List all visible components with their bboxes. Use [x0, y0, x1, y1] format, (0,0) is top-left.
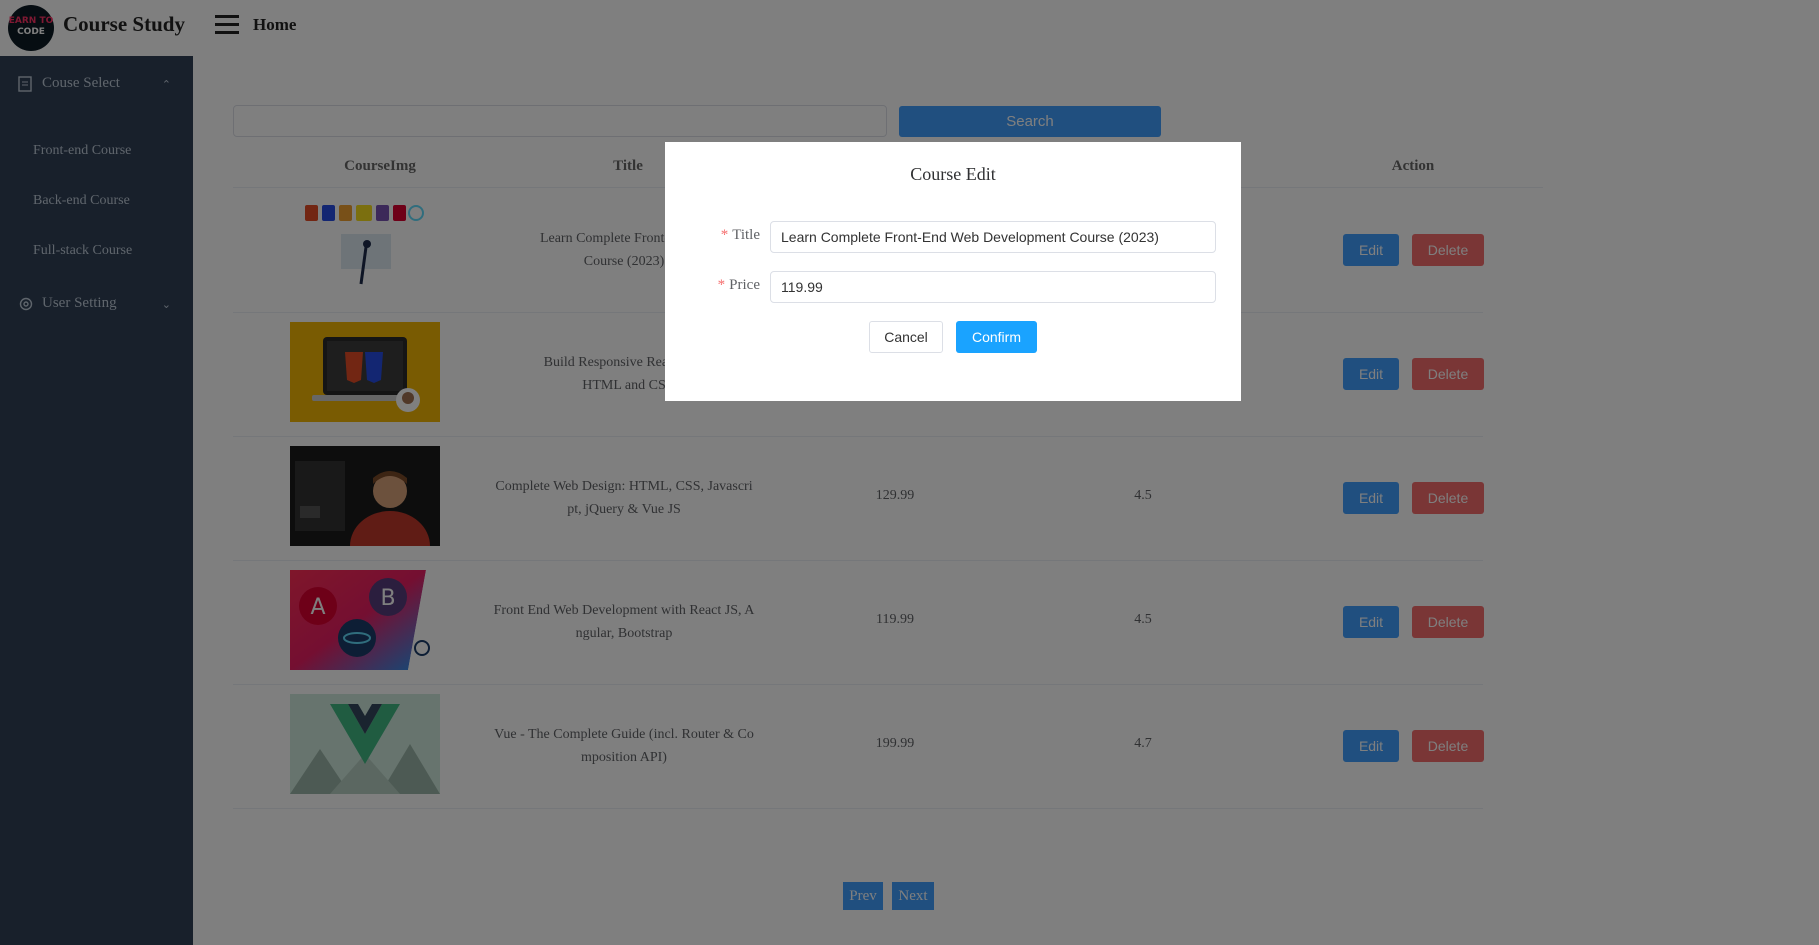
course-edit-dialog: Course Edit * Title Learn Complete Front-…	[665, 142, 1241, 401]
price-field-label: * Price	[665, 277, 760, 294]
price-label-text: Price	[729, 277, 760, 293]
title-input[interactable]: Learn Complete Front-End Web Development…	[770, 221, 1216, 253]
required-asterisk: *	[717, 277, 726, 293]
title-label-text: Title	[732, 227, 760, 243]
cancel-button[interactable]: Cancel	[869, 321, 943, 353]
price-input[interactable]: 119.99	[770, 271, 1216, 303]
confirm-button[interactable]: Confirm	[956, 321, 1037, 353]
dialog-title: Course Edit	[910, 164, 996, 184]
required-asterisk: *	[720, 227, 729, 243]
title-field-label: * Title	[665, 227, 760, 244]
